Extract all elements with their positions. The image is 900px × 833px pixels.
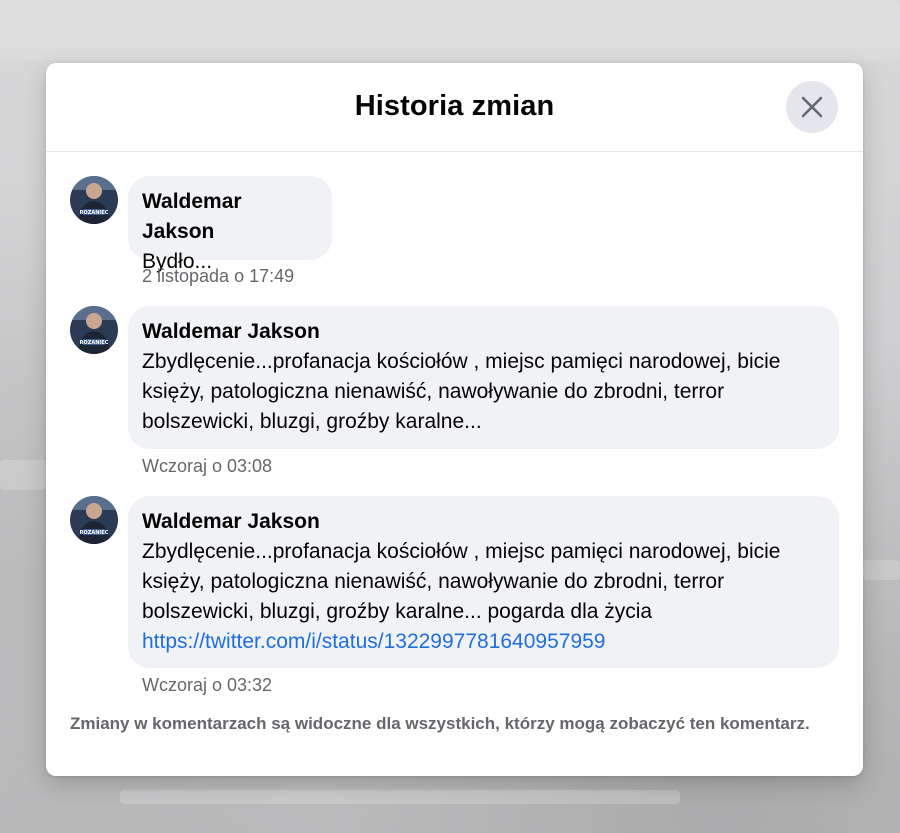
comment-bubble: Waldemar Jakson Zbydlęcenie...profanacja… [128, 496, 839, 668]
backdrop-decoration [0, 0, 900, 60]
comment-timestamp: 2 listopada o 17:49 [142, 266, 295, 286]
comment-timestamp: Wczoraj o 03:32 [142, 675, 273, 695]
backdrop-decoration [120, 790, 680, 804]
svg-text:ROZANIEC: ROZANIEC [80, 530, 109, 536]
edit-history-dialog: Historia zmian ROZANIEC Waldemar Jakson … [46, 63, 863, 776]
svg-text:ROZANIEC: ROZANIEC [80, 340, 109, 346]
comment-author[interactable]: Waldemar Jakson [142, 317, 821, 347]
comment-author[interactable]: Waldemar Jakson [142, 187, 314, 247]
edit-visibility-note: Zmiany w komentarzach są widoczne dla ws… [70, 714, 810, 733]
comment-timestamp: Wczoraj o 03:08 [142, 456, 273, 476]
comment-bubble: Waldemar Jakson Zbydlęcenie...profanacja… [128, 306, 839, 449]
comment-text: Zbydlęcenie...profanacja kościołów , mie… [142, 350, 781, 433]
avatar[interactable]: ROZANIEC [70, 306, 118, 354]
comment-author[interactable]: Waldemar Jakson [142, 507, 821, 537]
avatar[interactable]: ROZANIEC [70, 176, 118, 224]
svg-text:ROZANIEC: ROZANIEC [80, 210, 109, 216]
comment-link[interactable]: https://twitter.com/i/status/13229977816… [142, 627, 821, 657]
backdrop-decoration [863, 560, 900, 580]
dialog-header: Historia zmian [46, 63, 863, 152]
comment-bubble: Waldemar Jakson Bydło... [128, 176, 332, 273]
comment-text: Zbydlęcenie...profanacja kościołów , mie… [142, 540, 781, 623]
avatar[interactable]: ROZANIEC [70, 496, 118, 544]
dialog-title: Historia zmian [354, 90, 555, 122]
close-icon [801, 96, 823, 118]
close-button[interactable] [786, 81, 838, 133]
backdrop-decoration [0, 460, 46, 490]
